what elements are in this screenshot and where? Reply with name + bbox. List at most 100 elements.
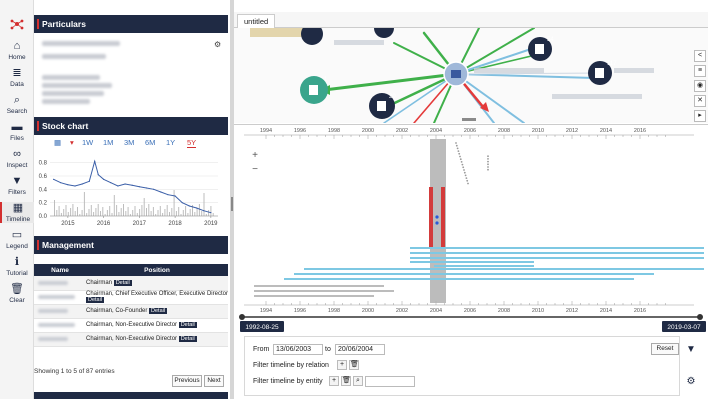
rail-item-filters[interactable]: ▼ Filters [0, 175, 34, 196]
volume-bar [162, 213, 164, 216]
relation-bar [410, 247, 704, 249]
delete-entity-icon[interactable]: 🗑 [341, 376, 351, 386]
network-graph[interactable]: 1 20 54 117 [234, 28, 708, 123]
volume-bar [97, 204, 99, 216]
bottom-year-label: 2014 [600, 308, 612, 314]
price-point [203, 210, 205, 212]
timeline-panel: 1994 1994 1996 1996 1998 1998 2000 2000 2002 2002… [234, 124, 708, 334]
rail-item-label: Clear [9, 297, 25, 304]
volume-bar [196, 208, 198, 216]
bottom-year-label: 2016 [634, 308, 646, 314]
eye-icon[interactable]: ◉ [694, 80, 706, 92]
range-tab-1m[interactable]: 1M [103, 138, 113, 147]
price-point [52, 178, 55, 180]
col-position[interactable]: Position [86, 264, 228, 276]
particulars-gear-icon[interactable]: ⚙ [214, 40, 221, 49]
add-entity-icon[interactable]: + [329, 376, 339, 386]
delete-relation-icon[interactable]: 🗑 [349, 360, 359, 370]
top-year-label: 2008 [498, 128, 510, 134]
folder-icon: ▬ [11, 121, 23, 133]
add-relation-icon[interactable]: + [337, 360, 347, 370]
position-cell: Chairman, Non-Executive Director Detail [86, 318, 228, 333]
top-year-label: 1994 [260, 128, 272, 134]
nav-rail: ⌂ Home ≣ Data ⌕ Search ▬ Files ∞ Inspect ▼ Filters ▦… [0, 0, 34, 399]
volume-bar [152, 207, 154, 216]
rail-item-tutorial[interactable]: ℹ Tutorial [0, 256, 34, 277]
filter-icon: ▼ [11, 175, 23, 187]
table-row: Chairman, Co-Founder Detail [34, 304, 228, 319]
price-point [81, 183, 83, 185]
layout-icon[interactable]: ≡ [694, 65, 706, 77]
top-year-label: 2000 [362, 128, 374, 134]
node-label-54: 54 [547, 37, 554, 43]
detail-button[interactable]: Detail [113, 279, 132, 286]
detail-button[interactable]: Detail [178, 336, 197, 342]
filter-icon[interactable]: ▼ [684, 344, 698, 358]
volume-bar [143, 198, 145, 216]
reset-button[interactable]: Reset [651, 343, 679, 355]
volume-bar [65, 205, 67, 216]
range-start-handle[interactable] [239, 314, 245, 320]
top-year-label: 2010 [532, 128, 544, 134]
database-icon: ≣ [12, 67, 22, 79]
rail-item-timeline[interactable]: ▦ Timeline [0, 202, 34, 223]
event-dot [435, 215, 439, 219]
next-button[interactable]: Next [204, 375, 224, 387]
rail-item-legend[interactable]: ▭ Legend [0, 229, 34, 250]
expand-icon[interactable]: ▸ [694, 110, 706, 122]
price-point [94, 160, 96, 162]
dropdown-caret-icon[interactable]: ▾ [70, 138, 74, 147]
share-icon[interactable]: < [694, 50, 706, 62]
y-tick-label: 0.2 [39, 201, 48, 207]
trash-icon: 🗑 [10, 283, 24, 295]
rail-item-label: Files [10, 135, 24, 142]
rail-item-data[interactable]: ≣ Data [0, 67, 34, 88]
from-date-input[interactable]: 13/06/2003 [273, 344, 323, 355]
price-point [153, 188, 155, 190]
range-tab-1w[interactable]: 1W [82, 138, 93, 147]
volume-bar [70, 208, 72, 216]
table-row: Chairman, Non-Executive Director Detail [34, 332, 228, 347]
volume-bar [86, 213, 88, 216]
range-tab-1y[interactable]: 1Y [166, 138, 175, 147]
calendar-icon[interactable]: ▦ [54, 138, 61, 147]
rail-item-clear[interactable]: 🗑 Clear [0, 283, 34, 304]
zoom-in-button[interactable]: + [250, 151, 260, 161]
previous-button[interactable]: Previous [172, 375, 202, 387]
zoom-out-button[interactable]: − [250, 165, 260, 175]
volume-bar [125, 211, 127, 216]
range-end-handle[interactable] [697, 314, 703, 320]
x-tick-label: 2017 [133, 221, 147, 227]
rail-item-home[interactable]: ⌂ Home [0, 40, 34, 61]
range-tab-6m[interactable]: 6M [145, 138, 155, 147]
y-tick-label: 0.6 [39, 174, 48, 180]
rail-item-files[interactable]: ▬ Files [0, 121, 34, 142]
close-icon[interactable]: ✕ [694, 95, 706, 107]
tab-untitled[interactable]: untitled [237, 14, 276, 28]
col-name[interactable]: Name [34, 264, 86, 276]
position-cell: Chairman, Non-Executive Director Detail [86, 332, 228, 347]
search-entity-icon[interactable]: ⌕ [353, 376, 363, 386]
range-tab-5y[interactable]: 5Y [187, 138, 197, 148]
to-date-input[interactable]: 20/06/2004 [335, 344, 385, 355]
settings-icon[interactable]: ⚙ [684, 376, 698, 390]
rail-item-inspect[interactable]: ∞ Inspect [0, 148, 34, 169]
binoculars-icon: ∞ [13, 148, 21, 160]
detail-button[interactable]: Detail [149, 308, 168, 314]
event-point [487, 155, 489, 158]
detail-button[interactable]: Detail [178, 322, 197, 328]
price-point [138, 186, 140, 188]
volume-bar [100, 211, 101, 216]
rail-item-search[interactable]: ⌕ Search [0, 94, 34, 115]
volume-bar [210, 206, 212, 216]
event-point [462, 166, 465, 169]
entity-search-input[interactable] [365, 376, 415, 387]
x-tick-label: 2018 [168, 221, 182, 227]
volume-bar [141, 205, 143, 216]
management-header: Management [34, 236, 228, 254]
detail-button[interactable]: Detail [86, 297, 105, 303]
volume-bar [212, 213, 214, 216]
bottom-year-label: 2004 [430, 308, 442, 314]
legend-icon: ▭ [11, 229, 23, 241]
range-tab-3m[interactable]: 3M [124, 138, 134, 147]
